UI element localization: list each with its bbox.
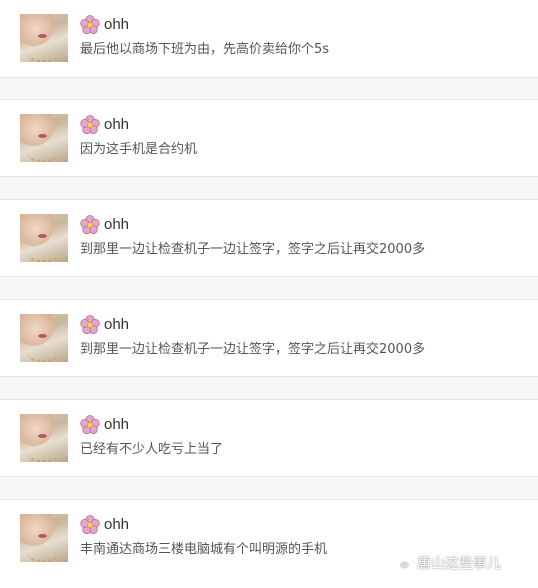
comment-text: 丰南通达商场三楼电脑城有个叫明源的手机 <box>80 542 328 557</box>
flower-icon <box>80 415 100 435</box>
divider <box>0 277 538 299</box>
wechat-icon <box>393 555 411 571</box>
username[interactable]: ohh <box>104 414 129 436</box>
comment-card: ohh 最后他以商场下班为由，先高价卖给你个5s <box>0 0 538 78</box>
flower-icon <box>80 115 100 135</box>
avatar[interactable] <box>20 14 68 62</box>
username[interactable]: ohh <box>104 14 129 36</box>
comment-text: 到那里一边让检查机子一边让签字，签字之后让再交2000多 <box>80 342 426 357</box>
comment-card: ohh 到那里一边让检查机子一边让签字，签字之后让再交2000多 <box>0 299 538 377</box>
comment-text: 已经有不少人吃亏上当了 <box>80 442 224 457</box>
divider <box>0 477 538 499</box>
divider <box>0 377 538 399</box>
comment-text: 因为这手机是合约机 <box>80 142 198 157</box>
avatar[interactable] <box>20 314 68 362</box>
flower-icon <box>80 315 100 335</box>
watermark-text: 唐山这些事儿 <box>417 556 501 572</box>
username[interactable]: ohh <box>104 114 129 136</box>
comment-card: ohh 已经有不少人吃亏上当了 <box>0 399 538 477</box>
avatar[interactable] <box>20 214 68 262</box>
divider <box>0 78 538 99</box>
comment-card: ohh 因为这手机是合约机 <box>0 99 538 177</box>
avatar[interactable] <box>20 114 68 162</box>
comment-text: 最后他以商场下班为由，先高价卖给你个5s <box>80 42 330 57</box>
username[interactable]: ohh <box>104 314 129 336</box>
divider <box>0 177 538 199</box>
avatar[interactable] <box>20 414 68 462</box>
watermark: 唐山这些事儿 <box>393 550 501 576</box>
comment-card: ohh 到那里一边让检查机子一边让签字，签字之后让再交2000多 <box>0 199 538 277</box>
username[interactable]: ohh <box>104 214 129 236</box>
flower-icon <box>80 515 100 535</box>
comment-feed: ohh 最后他以商场下班为由，先高价卖给你个5s ohh 因为这手机是合约机 o… <box>0 0 538 588</box>
comment-text: 到那里一边让检查机子一边让签字，签字之后让再交2000多 <box>80 242 426 257</box>
avatar[interactable] <box>20 514 68 562</box>
username[interactable]: ohh <box>104 514 129 536</box>
flower-icon <box>80 215 100 235</box>
flower-icon <box>80 15 100 35</box>
